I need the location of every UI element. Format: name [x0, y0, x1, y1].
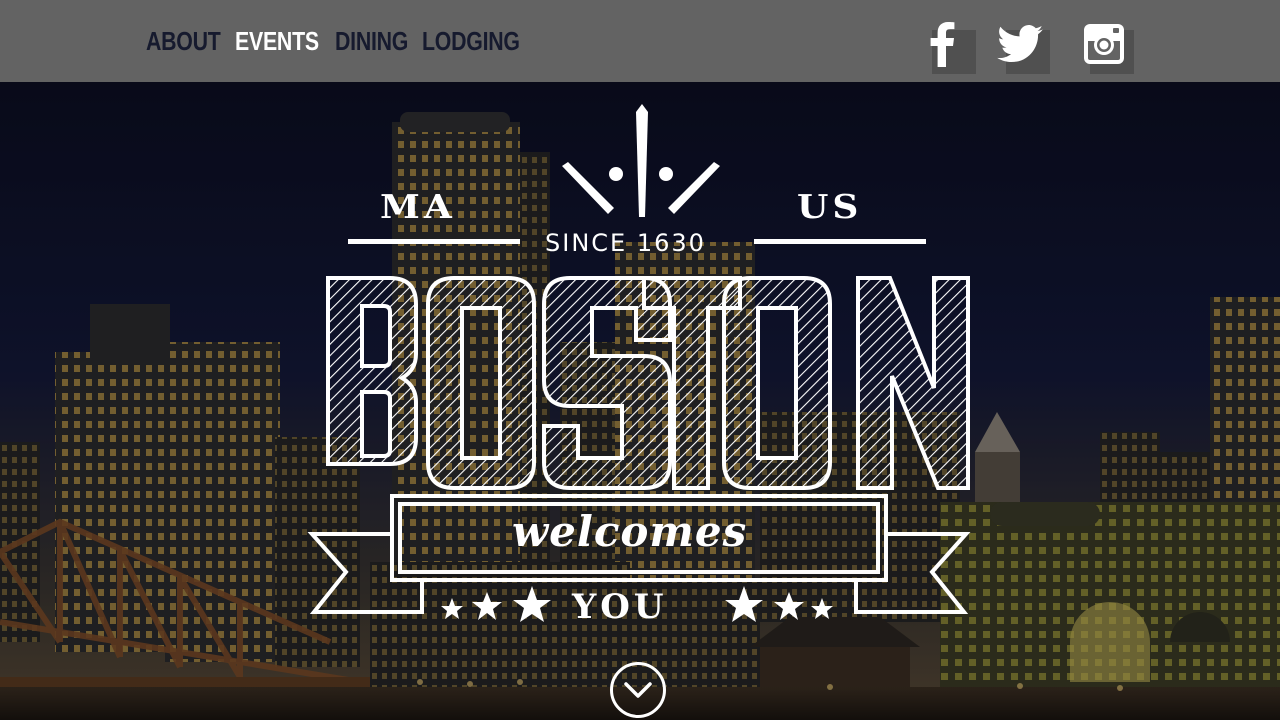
nav-item-events[interactable]: EVENTS: [235, 26, 319, 56]
top-navigation-bar: ABOUT EVENTS DINING LODGING: [0, 0, 1280, 82]
twitter-link[interactable]: [992, 18, 1050, 74]
nav-item-about[interactable]: ABOUT: [146, 26, 221, 56]
sunburst-rays: [562, 104, 720, 217]
since-text: SINCE 1630: [545, 229, 706, 257]
welcomes-text: welcomes: [512, 507, 748, 556]
twitter-icon: [997, 25, 1043, 63]
facebook-link[interactable]: [918, 18, 976, 74]
hero-section: MA US SINCE 1630 welcomes YOU: [0, 82, 1280, 720]
country-tag: US: [797, 188, 863, 226]
facebook-icon: [930, 22, 955, 67]
instagram-link[interactable]: [1076, 18, 1134, 74]
instagram-icon: [1084, 24, 1124, 64]
scroll-down-button[interactable]: [610, 662, 666, 718]
chevron-down-icon: [624, 682, 652, 698]
state-tag: MA: [380, 188, 456, 226]
nav-item-dining[interactable]: DINING: [335, 26, 408, 56]
main-menu: ABOUT EVENTS DINING LODGING: [146, 26, 526, 56]
nav-item-lodging[interactable]: LODGING: [422, 26, 520, 56]
boston-title-letters: [326, 276, 970, 490]
you-text: YOU: [572, 587, 668, 627]
